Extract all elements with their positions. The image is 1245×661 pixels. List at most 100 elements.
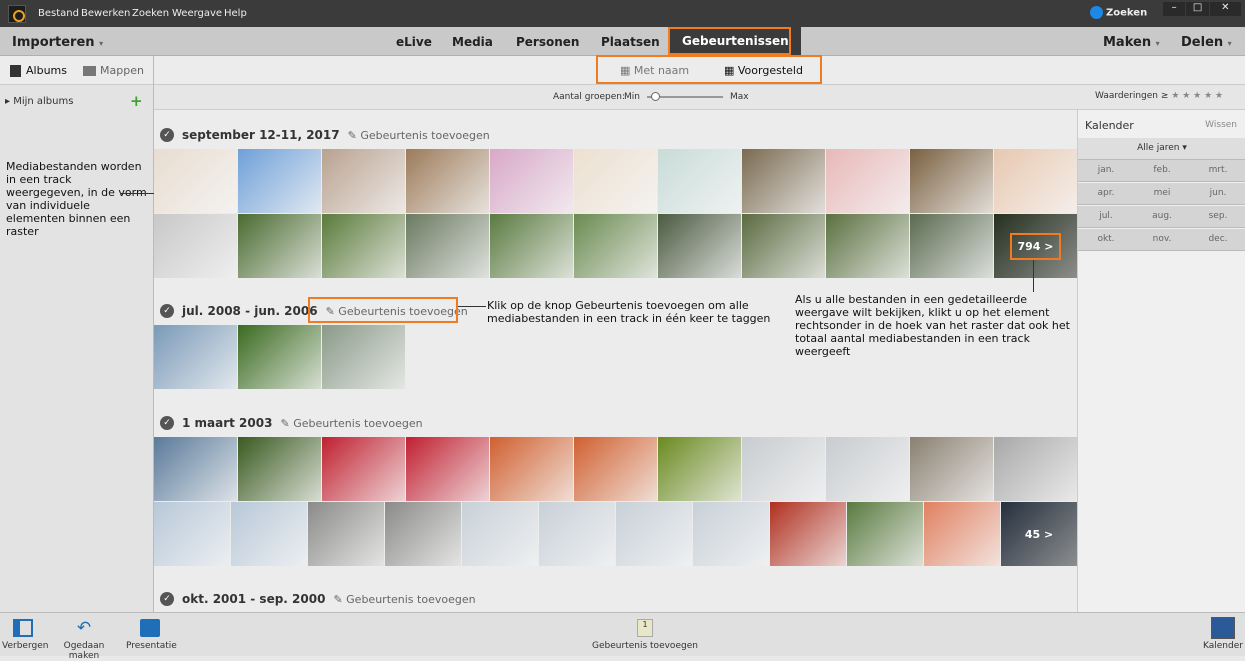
tab-media[interactable]: Media [452,35,493,49]
month-cell[interactable]: dec. [1190,234,1245,244]
media-thumbnail[interactable] [322,214,405,278]
media-thumbnail[interactable]: 45 > [1001,502,1077,566]
calendar-button[interactable]: Kalender [1203,617,1243,651]
add-album-icon[interactable]: + [130,92,143,110]
media-thumbnail[interactable] [490,214,573,278]
media-thumbnail[interactable] [490,437,573,501]
import-button[interactable]: Importeren ▾ [12,35,103,50]
media-thumbnail[interactable] [406,437,489,501]
media-thumbnail[interactable] [742,149,825,213]
search-button[interactable]: Zoeken [1090,6,1147,19]
add-event-button[interactable]: ✎ Gebeurtenis toevoegen [280,417,422,430]
media-thumbnail[interactable] [462,502,538,566]
tab-personen[interactable]: Personen [516,35,579,49]
media-thumbnail[interactable] [574,149,657,213]
month-cell[interactable]: jul. [1078,211,1134,221]
month-cell[interactable]: aug. [1134,211,1190,221]
media-thumbnail[interactable] [742,214,825,278]
add-event-button[interactable]: ✎ Gebeurtenis toevoegen [333,593,475,606]
media-thumbnail[interactable] [322,325,405,389]
tab-mappen[interactable]: Mappen [83,64,144,77]
media-thumbnail[interactable] [994,149,1077,213]
media-thumbnail[interactable] [910,214,993,278]
clear-button[interactable]: Wissen [1205,120,1237,130]
media-thumbnail[interactable] [574,437,657,501]
media-thumbnail[interactable] [910,437,993,501]
share-button[interactable]: Delen ▾ [1181,35,1232,50]
media-thumbnail[interactable] [231,502,307,566]
make-button[interactable]: Maken ▾ [1103,35,1160,50]
tab-plaatsen[interactable]: Plaatsen [601,35,660,49]
media-thumbnail[interactable] [658,214,741,278]
media-thumbnail[interactable] [574,214,657,278]
undo-button[interactable]: ↶ Ogedaan maken [50,619,118,661]
media-thumbnail[interactable] [238,437,321,501]
media-thumbnail[interactable] [322,149,405,213]
media-thumbnail[interactable] [385,502,461,566]
tab-elive[interactable]: eLive [396,35,432,49]
media-thumbnail[interactable] [658,437,741,501]
media-thumbnail[interactable] [910,149,993,213]
menu-zoeken[interactable]: Zoeken [132,8,169,19]
check-icon[interactable]: ✓ [160,304,174,318]
menu-bestand[interactable]: Bestand [38,8,79,19]
media-thumbnail[interactable] [924,502,1000,566]
media-thumbnail[interactable] [826,214,909,278]
media-thumbnail[interactable] [770,502,846,566]
minimize-button[interactable]: – [1163,2,1186,16]
media-thumbnail[interactable] [693,502,769,566]
media-thumbnail[interactable] [154,149,237,213]
media-thumbnail[interactable] [539,502,615,566]
media-thumbnail[interactable] [238,214,321,278]
menu-bewerken[interactable]: Bewerken [81,8,130,19]
media-thumbnail[interactable] [154,502,230,566]
year-dropdown[interactable]: Alle jaren ▾ [1078,138,1245,160]
month-cell[interactable]: okt. [1078,234,1134,244]
month-cell[interactable]: feb. [1134,165,1190,175]
slideshow-button[interactable]: Presentatie [126,619,177,651]
ratings-filter[interactable]: Waarderingen ≥ ★ ★ ★ ★ ★ [1095,91,1223,101]
media-thumbnail[interactable] [238,325,321,389]
media-thumbnail[interactable] [154,214,237,278]
my-albums-toggle[interactable]: ▸ Mijn albums [5,96,73,107]
more-media-button[interactable]: 45 > [1001,502,1077,566]
highlight-add-event [308,297,458,323]
media-thumbnail[interactable] [826,149,909,213]
media-thumbnail[interactable] [742,437,825,501]
media-thumbnail[interactable] [847,502,923,566]
tab-albums[interactable]: Albums [10,64,67,77]
media-thumbnail[interactable] [826,437,909,501]
media-thumbnail[interactable] [322,437,405,501]
add-event-button[interactable]: ✎ Gebeurtenis toevoegen [348,129,490,142]
add-event-bottom-button[interactable]: 1 Gebeurtenis toevoegen [590,619,700,651]
media-thumbnail[interactable] [154,437,237,501]
check-icon[interactable]: ✓ [160,128,174,142]
media-thumbnail[interactable] [406,214,489,278]
menu-help[interactable]: Help [224,8,247,19]
media-thumbnail[interactable] [406,149,489,213]
media-thumbnail[interactable] [308,502,384,566]
groups-slider[interactable] [647,92,723,101]
rating-stars[interactable]: ★ ★ ★ ★ ★ [1171,91,1223,101]
media-thumbnail[interactable] [154,325,237,389]
pencil-icon: ✎ [280,416,290,430]
month-cell[interactable]: apr. [1078,188,1134,198]
close-button[interactable]: ✕ [1209,2,1242,16]
menu-weergave[interactable]: Weergave [172,8,222,19]
check-icon[interactable]: ✓ [160,416,174,430]
month-cell[interactable]: sep. [1190,211,1245,221]
hide-button[interactable]: Verbergen [2,619,48,651]
media-thumbnail[interactable] [658,149,741,213]
slider-thumb[interactable] [650,92,660,101]
media-thumbnail[interactable] [616,502,692,566]
month-cell[interactable]: nov. [1134,234,1190,244]
maximize-button[interactable]: □ [1186,2,1209,16]
media-thumbnail[interactable] [490,149,573,213]
month-cell[interactable]: jan. [1078,165,1134,175]
check-icon[interactable]: ✓ [160,592,174,606]
month-cell[interactable]: mei [1134,188,1190,198]
media-thumbnail[interactable] [238,149,321,213]
month-cell[interactable]: mrt. [1190,165,1245,175]
media-thumbnail[interactable] [994,437,1077,501]
month-cell[interactable]: jun. [1190,188,1245,198]
